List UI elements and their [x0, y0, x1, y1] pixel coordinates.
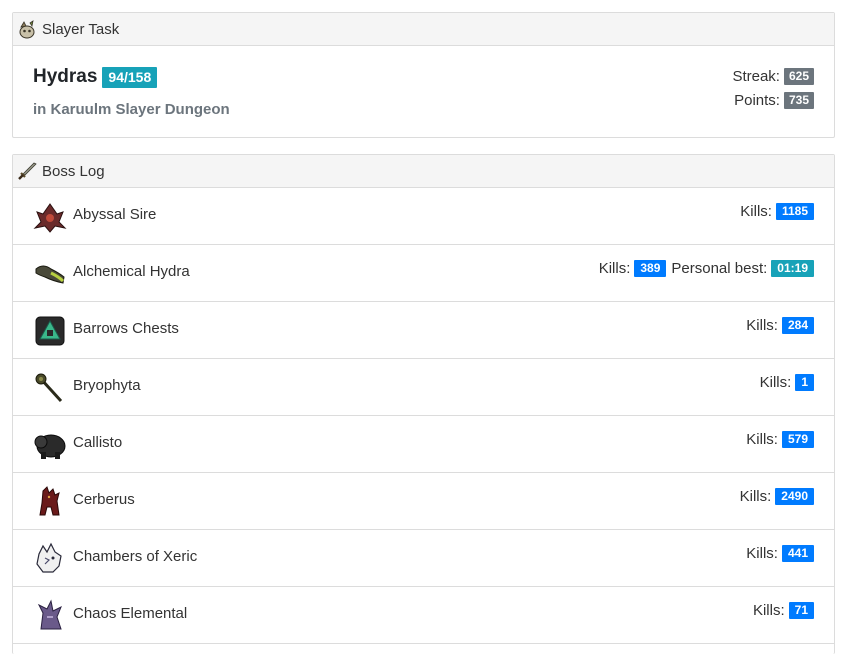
boss-row-abyssal-sire[interactable]: Abyssal Sire Kills: 1185	[13, 188, 834, 245]
kills-label: Kills:	[759, 374, 792, 391]
callisto-icon	[33, 428, 67, 462]
sword-icon	[17, 161, 37, 181]
personal-best-badge: 01:19	[771, 260, 814, 277]
slayer-task-title: Slayer Task	[42, 20, 120, 38]
points-label: Points:	[734, 92, 780, 109]
kills-label: Kills:	[746, 431, 778, 448]
slayer-task-card: Slayer Task Hydras 94/158 in Karuulm Sla…	[12, 12, 835, 138]
streak-stat: Streak: 625	[732, 68, 814, 85]
kills-badge: 441	[781, 545, 814, 562]
boss-row-cerberus[interactable]: Cerberus Kills: 2490	[13, 473, 834, 530]
slayer-helmet-icon	[17, 19, 37, 39]
kills-label: Kills:	[752, 602, 785, 619]
boss-name: Bryophyta	[73, 377, 141, 394]
boss-log-title: Boss Log	[42, 162, 105, 180]
boss-name: Chambers of Xeric	[73, 548, 198, 565]
abyssal-sire-icon	[33, 200, 67, 234]
boss-log-header: Boss Log	[13, 155, 834, 188]
kills-badge: 389	[634, 260, 667, 277]
barrows-chests-icon	[33, 314, 67, 348]
points-stat: Points: 735	[734, 92, 814, 109]
bryophyta-icon	[33, 371, 67, 405]
boss-row-alchemical-hydra[interactable]: Alchemical Hydra Kills: 389 Personal bes…	[13, 245, 834, 302]
kills-label: Kills:	[739, 488, 772, 505]
boss-name: Callisto	[73, 434, 123, 451]
boss-row-barrows-chests[interactable]: Barrows Chests Kills: 284	[13, 302, 834, 359]
kills-badge: 1	[795, 374, 814, 391]
alchemical-hydra-icon	[33, 257, 67, 291]
boss-log-card: Boss Log Abyssal Sire Kills: 1185 Alchem…	[12, 154, 835, 654]
streak-badge: 625	[783, 68, 814, 85]
slayer-task-header: Slayer Task	[13, 13, 834, 46]
kills-label: Kills:	[746, 317, 778, 334]
kills-badge: 1185	[775, 203, 814, 220]
boss-row-chaos-elemental[interactable]: Chaos Elemental Kills: 71	[13, 587, 834, 644]
kills-label: Kills:	[746, 545, 778, 562]
boss-name: Barrows Chests	[73, 320, 179, 337]
boss-name: Chaos Elemental	[73, 605, 188, 622]
cerberus-icon	[33, 485, 67, 519]
chaos-elemental-icon	[33, 599, 67, 633]
kills-badge: 71	[788, 602, 814, 619]
kills-badge: 284	[781, 317, 814, 334]
personal-best-label: Personal best:	[671, 260, 768, 277]
kills-label: Kills:	[598, 260, 631, 277]
kills-badge: 579	[781, 431, 814, 448]
kills-badge: 2490	[775, 488, 814, 505]
task-count-badge: 94/158	[102, 66, 158, 88]
boss-name: Cerberus	[73, 491, 135, 508]
task-monster-name: Hydras	[33, 66, 98, 87]
boss-row-callisto[interactable]: Callisto Kills: 579	[13, 416, 834, 473]
task-location: in Karuulm Slayer Dungeon	[33, 101, 230, 118]
streak-label: Streak:	[732, 68, 780, 85]
points-badge: 735	[783, 92, 814, 109]
kills-label: Kills:	[740, 203, 772, 220]
boss-row-bryophyta[interactable]: Bryophyta Kills: 1	[13, 359, 834, 416]
boss-name: Abyssal Sire	[73, 206, 157, 223]
boss-row-chambers-of-xeric[interactable]: Chambers of Xeric Kills: 441	[13, 530, 834, 587]
boss-name: Alchemical Hydra	[73, 263, 190, 280]
chambers-of-xeric-icon	[33, 542, 67, 576]
